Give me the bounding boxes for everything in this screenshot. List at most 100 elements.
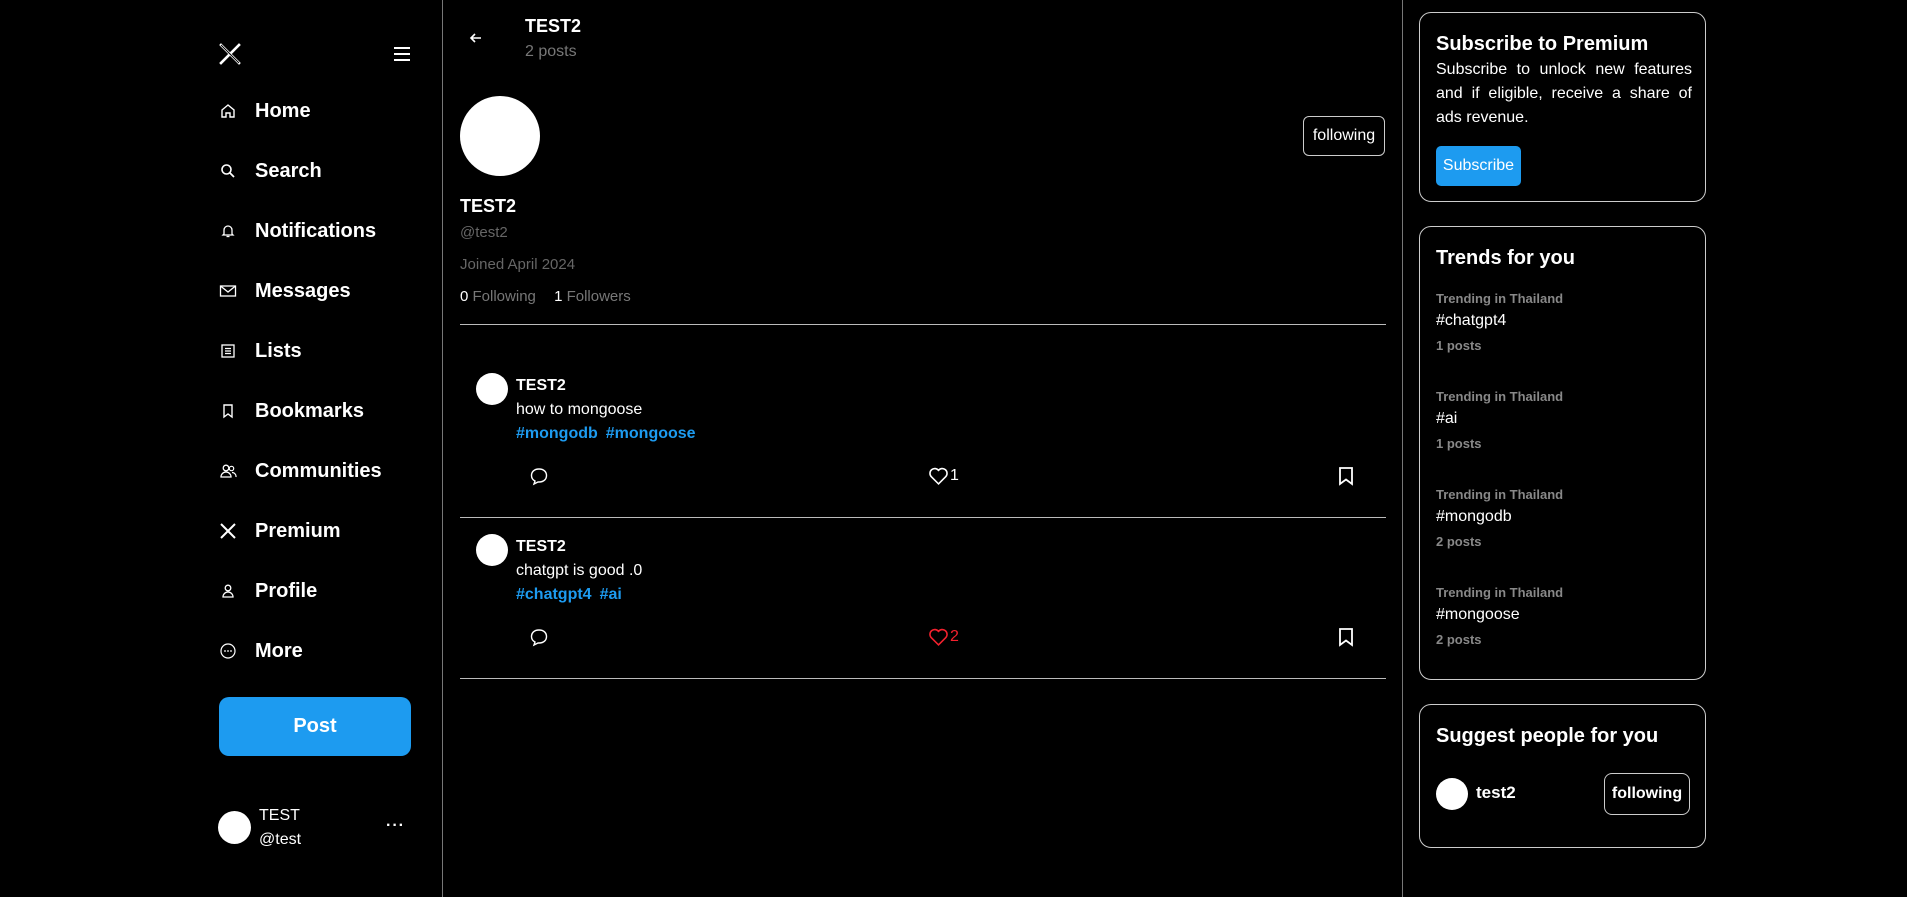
sidebar-item-label: Lists xyxy=(255,339,302,362)
bookmark-icon xyxy=(1337,466,1355,486)
sidebar-item-premium[interactable]: Premium xyxy=(218,511,341,551)
sidebar-item-profile[interactable]: Profile xyxy=(218,571,317,611)
suggest-card: Suggest people for you test2 following xyxy=(1419,704,1706,848)
trends-title: Trends for you xyxy=(1436,247,1575,269)
premium-text: Subscribe to unlock new features and if … xyxy=(1436,61,1692,126)
divider xyxy=(460,517,1386,518)
trend-count: 1 posts xyxy=(1436,436,1482,451)
hashtag-link[interactable]: #mongoose xyxy=(606,425,696,442)
sidebar-item-label: Bookmarks xyxy=(255,399,364,422)
sidebar-item-label: Premium xyxy=(255,519,341,542)
like-button[interactable]: 1 xyxy=(928,466,959,486)
list-icon xyxy=(218,341,238,361)
sidebar-item-bookmarks[interactable]: Bookmarks xyxy=(218,391,364,431)
heart-icon xyxy=(928,627,949,647)
avatar[interactable] xyxy=(218,811,251,844)
sidebar-item-home[interactable]: Home xyxy=(218,91,311,131)
mail-icon xyxy=(218,281,238,301)
reply-button[interactable] xyxy=(529,627,549,647)
trend-context: Trending in Thailand xyxy=(1436,389,1564,404)
sidebar-item-label: Home xyxy=(255,99,311,122)
sidebar: Home Search Notifications Messages Lists… xyxy=(0,0,443,897)
sidebar-item-search[interactable]: Search xyxy=(218,151,322,191)
tweet-hashtags: #mongodb #mongoose xyxy=(516,425,704,443)
trend-context: Trending in Thailand xyxy=(1436,291,1564,306)
search-icon xyxy=(218,161,238,181)
sidebar-item-label: Notifications xyxy=(255,219,377,242)
trends-card: Trends for you Trending in Thailand #cha… xyxy=(1419,226,1706,680)
sidebar-item-lists[interactable]: Lists xyxy=(218,331,302,371)
hamburger-icon[interactable] xyxy=(392,45,412,63)
trend-tag: #mongoose xyxy=(1436,606,1520,623)
account-name: TEST xyxy=(259,807,300,824)
trend-count: 2 posts xyxy=(1436,632,1482,647)
post-count: 2 posts xyxy=(525,43,577,60)
avatar[interactable] xyxy=(476,534,508,566)
hashtag-link[interactable]: #ai xyxy=(600,586,622,603)
tweet-hashtags: #chatgpt4 #ai xyxy=(516,586,630,604)
avatar[interactable] xyxy=(1436,778,1468,810)
trend-context: Trending in Thailand xyxy=(1436,585,1564,600)
followers-count: 1 xyxy=(554,288,563,305)
home-icon xyxy=(218,101,238,121)
hashtag-link[interactable]: #mongodb xyxy=(516,425,598,442)
bookmark-icon xyxy=(218,401,238,421)
person-icon xyxy=(218,581,238,601)
sidebar-item-label: Communities xyxy=(255,459,382,482)
bookmark-icon xyxy=(1337,627,1355,647)
avatar[interactable] xyxy=(476,373,508,405)
comment-icon xyxy=(529,466,549,486)
followers-label: Followers xyxy=(566,288,631,305)
trend-tag: #chatgpt4 xyxy=(1436,312,1507,329)
tweet-text: how to mongoose xyxy=(516,401,643,418)
bookmark-button[interactable] xyxy=(1337,466,1355,486)
sidebar-item-more[interactable]: More xyxy=(218,631,303,671)
x-logo-icon[interactable] xyxy=(218,42,242,66)
profile-handle: @test2 xyxy=(460,224,508,241)
sidebar-item-messages[interactable]: Messages xyxy=(218,271,351,311)
post-button[interactable]: Post xyxy=(219,697,411,756)
bell-icon xyxy=(218,221,238,241)
tweet-text: chatgpt is good .0 xyxy=(516,562,643,579)
sidebar-item-communities[interactable]: Communities xyxy=(218,451,382,491)
following-button[interactable]: following xyxy=(1604,773,1690,815)
divider xyxy=(460,678,1386,679)
page-title: TEST2 xyxy=(525,16,582,36)
divider xyxy=(460,324,1386,325)
premium-card: Subscribe to Premium Subscribe to unlock… xyxy=(1419,12,1706,202)
trend-item[interactable]: Trending in Thailand #mongodb 2 posts xyxy=(1436,487,1563,549)
reply-button[interactable] xyxy=(529,466,549,486)
suggest-title: Suggest people for you xyxy=(1436,725,1659,747)
trend-context: Trending in Thailand xyxy=(1436,487,1564,502)
followers-link[interactable]: 1 Followers xyxy=(554,288,631,305)
suggested-user-name[interactable]: test2 xyxy=(1476,783,1516,803)
account-handle: @test xyxy=(259,831,302,848)
tweet-author: TEST2 xyxy=(516,538,566,555)
x-icon xyxy=(218,521,238,541)
like-button[interactable]: 2 xyxy=(928,627,959,647)
sidebar-item-label: Profile xyxy=(255,579,318,602)
following-count: 0 xyxy=(460,288,469,305)
sidebar-item-label: More xyxy=(255,639,303,662)
following-button[interactable]: following xyxy=(1303,116,1385,156)
sidebar-item-label: Search xyxy=(255,159,322,182)
trend-tag: #ai xyxy=(1436,410,1458,427)
people-icon xyxy=(218,461,238,481)
trend-item[interactable]: Trending in Thailand #ai 1 posts xyxy=(1436,389,1563,451)
profile-stats: 0 Following 1 Followers xyxy=(460,288,631,305)
subscribe-button[interactable]: Subscribe xyxy=(1436,146,1521,186)
like-count: 2 xyxy=(950,628,959,645)
account-more-button[interactable]: ··· xyxy=(386,817,405,835)
hashtag-link[interactable]: #chatgpt4 xyxy=(516,586,592,603)
trend-item[interactable]: Trending in Thailand #mongoose 2 posts xyxy=(1436,585,1563,647)
heart-icon xyxy=(928,466,949,486)
profile-avatar xyxy=(460,96,540,176)
profile-name: TEST2 xyxy=(460,196,517,216)
more-circle-icon xyxy=(218,641,238,661)
following-link[interactable]: 0 Following xyxy=(460,288,536,305)
bookmark-button[interactable] xyxy=(1337,627,1355,647)
like-count: 1 xyxy=(950,467,959,484)
back-arrow-icon[interactable] xyxy=(467,29,485,47)
sidebar-item-notifications[interactable]: Notifications xyxy=(218,211,376,251)
trend-item[interactable]: Trending in Thailand #chatgpt4 1 posts xyxy=(1436,291,1563,353)
